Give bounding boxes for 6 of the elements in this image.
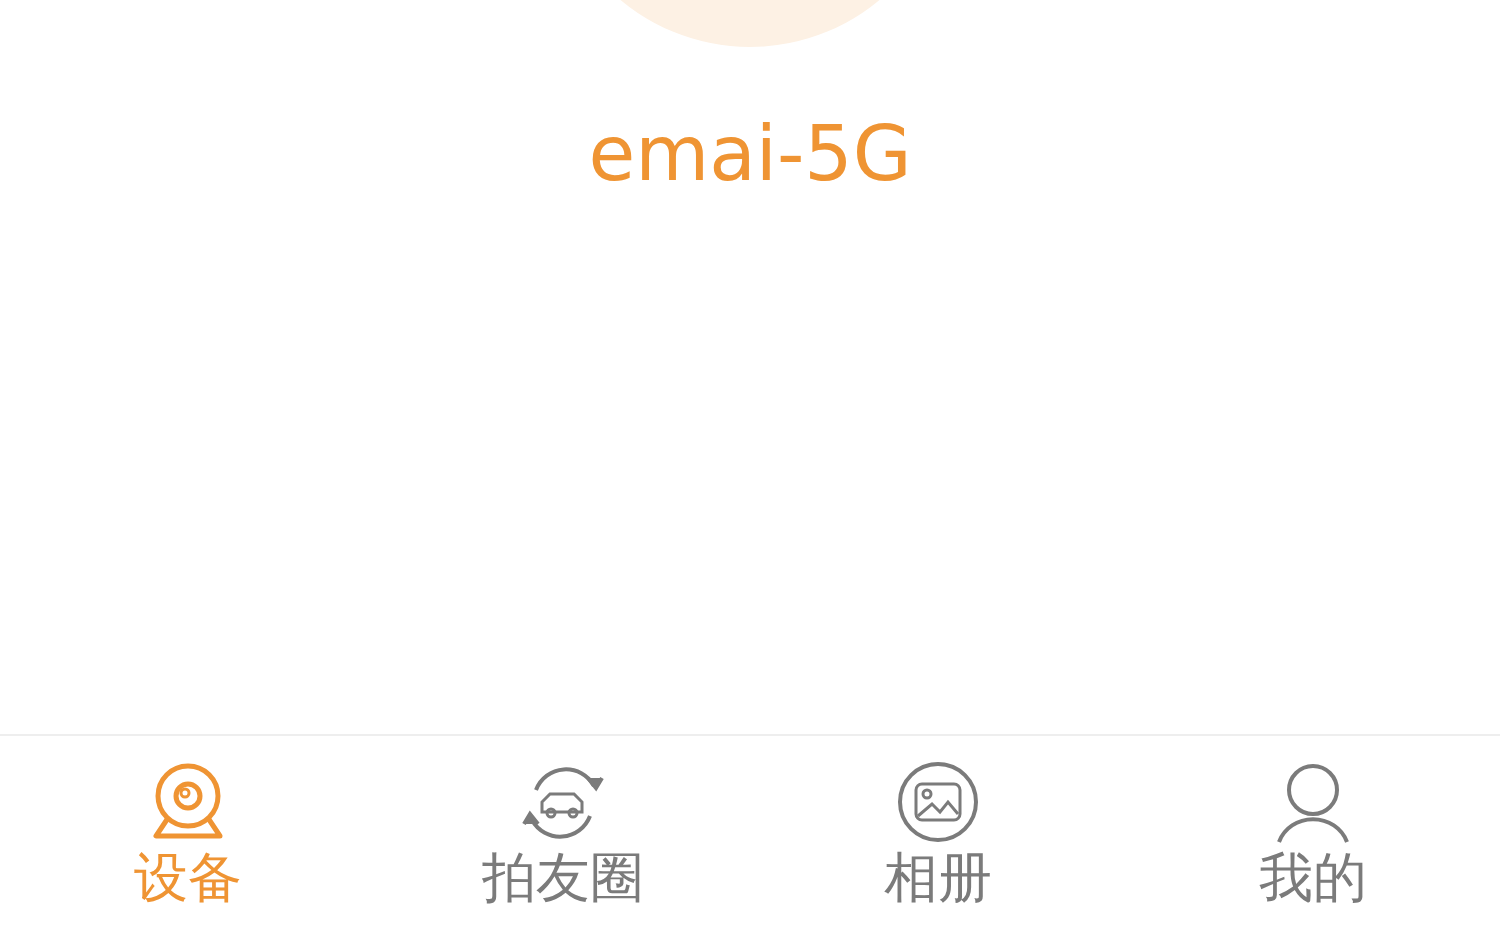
tab[interactable]: 我的 — [1252, 736, 1373, 927]
image-icon — [895, 760, 980, 844]
device-name: emai-5G — [588, 108, 912, 200]
tab[interactable]: 设备 — [127, 736, 248, 927]
tab[interactable]: 相册 — [877, 736, 998, 927]
tab[interactable]: 拍友圈 — [475, 736, 650, 927]
